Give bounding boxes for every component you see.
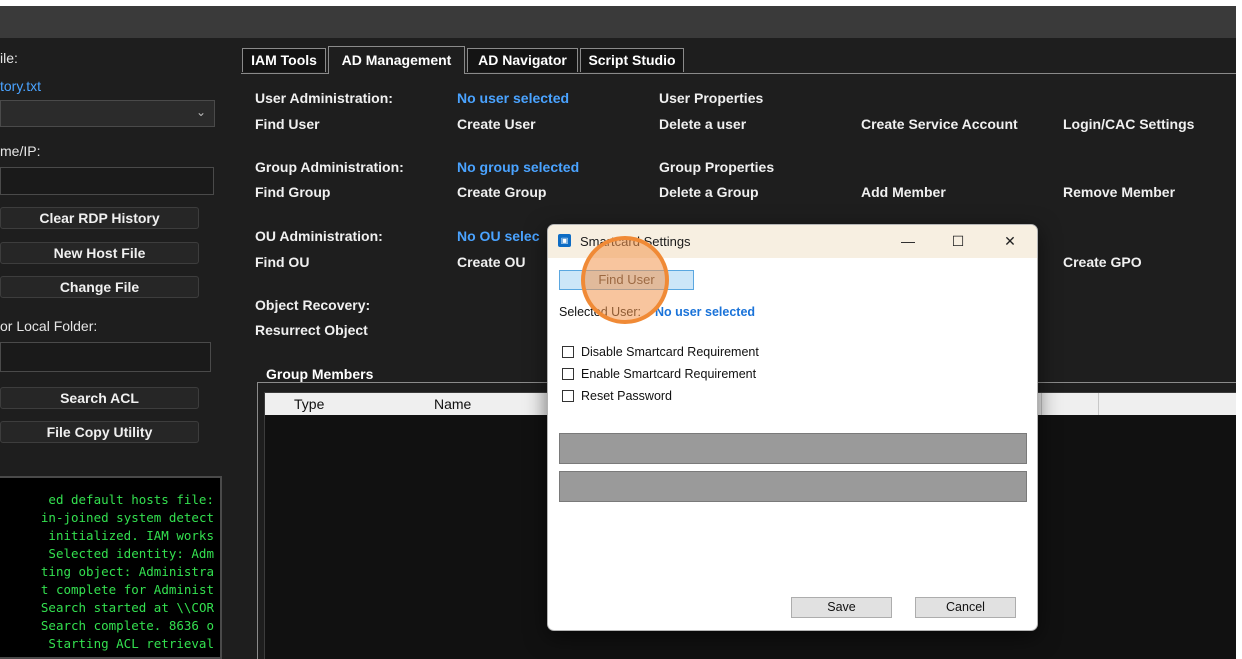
confirm-password-field[interactable] bbox=[559, 471, 1027, 502]
column-name[interactable]: Name bbox=[434, 396, 471, 412]
console-line: t complete for Administ bbox=[40, 582, 214, 597]
user-admin-header: User Administration: bbox=[255, 90, 393, 106]
create-ou-link[interactable]: Create OU bbox=[457, 254, 525, 270]
maximize-icon[interactable]: ☐ bbox=[938, 229, 978, 253]
object-recovery-header: Object Recovery: bbox=[255, 297, 371, 313]
find-user-button[interactable]: Find User bbox=[559, 270, 694, 290]
create-group-link[interactable]: Create Group bbox=[457, 184, 546, 200]
create-service-account-link[interactable]: Create Service Account bbox=[861, 116, 1018, 132]
console-line: initialized. IAM works bbox=[48, 528, 214, 543]
output-console[interactable]: ed default hosts file: in-joined system … bbox=[0, 476, 222, 659]
host-file-link[interactable]: tory.txt bbox=[0, 78, 41, 94]
console-line: ting object: Administra bbox=[40, 564, 214, 579]
minimize-icon[interactable]: — bbox=[888, 229, 928, 253]
selected-user-value: No user selected bbox=[655, 305, 756, 319]
selected-user-label: Selected User: bbox=[559, 305, 641, 319]
folder-input[interactable] bbox=[0, 342, 211, 372]
ou-admin-header: OU Administration: bbox=[255, 228, 383, 244]
enable-smartcard-label: Enable Smartcard Requirement bbox=[581, 367, 757, 381]
cancel-button[interactable]: Cancel bbox=[915, 597, 1016, 618]
group-members-title: Group Members bbox=[263, 366, 377, 382]
change-file-button[interactable]: Change File bbox=[0, 276, 199, 298]
console-line: Selected identity: Adm bbox=[48, 546, 214, 561]
group-admin-header: Group Administration: bbox=[255, 159, 404, 175]
dialog-title: Smartcard Settings bbox=[580, 234, 691, 249]
dialog-titlebar[interactable]: ▣ Smartcard Settings — ☐ ✕ bbox=[548, 225, 1037, 258]
add-member-link[interactable]: Add Member bbox=[861, 184, 946, 200]
reset-password-label: Reset Password bbox=[581, 389, 673, 403]
tab-script-studio[interactable]: Script Studio bbox=[580, 48, 684, 72]
enable-smartcard-checkbox[interactable] bbox=[562, 368, 574, 380]
console-line: ed default hosts file: bbox=[48, 492, 214, 507]
delete-user-link[interactable]: Delete a user bbox=[659, 116, 746, 132]
folder-label: or Local Folder: bbox=[0, 318, 98, 334]
reset-password-checkbox[interactable] bbox=[562, 390, 574, 402]
search-acl-button[interactable]: Search ACL bbox=[0, 387, 199, 409]
console-line: in-joined system detect bbox=[40, 510, 214, 525]
find-group-link[interactable]: Find Group bbox=[255, 184, 330, 200]
disable-smartcard-checkbox[interactable] bbox=[562, 346, 574, 358]
create-gpo-link[interactable]: Create GPO bbox=[1063, 254, 1142, 270]
find-ou-link[interactable]: Find OU bbox=[255, 254, 309, 270]
close-icon[interactable]: ✕ bbox=[990, 229, 1030, 253]
save-button[interactable]: Save bbox=[791, 597, 892, 618]
console-line: Search complete. 8636 o bbox=[40, 618, 214, 633]
file-copy-utility-button[interactable]: File Copy Utility bbox=[0, 421, 199, 443]
user-properties-link[interactable]: User Properties bbox=[659, 90, 763, 106]
console-line: Search started at \\COR bbox=[40, 600, 214, 615]
create-user-link[interactable]: Create User bbox=[457, 116, 536, 132]
delete-group-link[interactable]: Delete a Group bbox=[659, 184, 759, 200]
window-titlebar bbox=[0, 6, 1236, 38]
resurrect-object-link[interactable]: Resurrect Object bbox=[255, 322, 368, 338]
console-line: Starting ACL retrieval bbox=[48, 636, 214, 651]
new-host-file-button[interactable]: New Host File bbox=[0, 242, 199, 264]
column-type[interactable]: Type bbox=[294, 396, 324, 412]
tab-ad-management[interactable]: AD Management bbox=[328, 46, 465, 74]
hostname-input[interactable] bbox=[0, 167, 214, 195]
group-selection-status: No group selected bbox=[457, 159, 580, 175]
app-icon: ▣ bbox=[558, 234, 571, 247]
smartcard-settings-dialog: ▣ Smartcard Settings — ☐ ✕ Find User Sel… bbox=[547, 224, 1038, 631]
login-cac-settings-link[interactable]: Login/CAC Settings bbox=[1063, 116, 1194, 132]
chevron-down-icon: ⌄ bbox=[195, 105, 206, 119]
remove-member-link[interactable]: Remove Member bbox=[1063, 184, 1175, 200]
host-file-dropdown[interactable]: ⌄ bbox=[0, 100, 215, 127]
tab-iam-tools[interactable]: IAM Tools bbox=[242, 48, 326, 72]
find-user-link[interactable]: Find User bbox=[255, 116, 320, 132]
password-field[interactable] bbox=[559, 433, 1027, 464]
disable-smartcard-label: Disable Smartcard Requirement bbox=[581, 345, 759, 359]
user-selection-status: No user selected bbox=[457, 90, 570, 106]
column-separator bbox=[1098, 393, 1099, 415]
clear-rdp-history-button[interactable]: Clear RDP History bbox=[0, 207, 199, 229]
tab-ad-navigator[interactable]: AD Navigator bbox=[467, 48, 578, 72]
column-separator bbox=[1041, 393, 1042, 415]
group-properties-link[interactable]: Group Properties bbox=[659, 159, 774, 175]
hostname-label: me/IP: bbox=[0, 143, 41, 159]
ou-selection-status: No OU selec bbox=[457, 228, 540, 244]
host-file-label: ile: bbox=[0, 50, 18, 66]
